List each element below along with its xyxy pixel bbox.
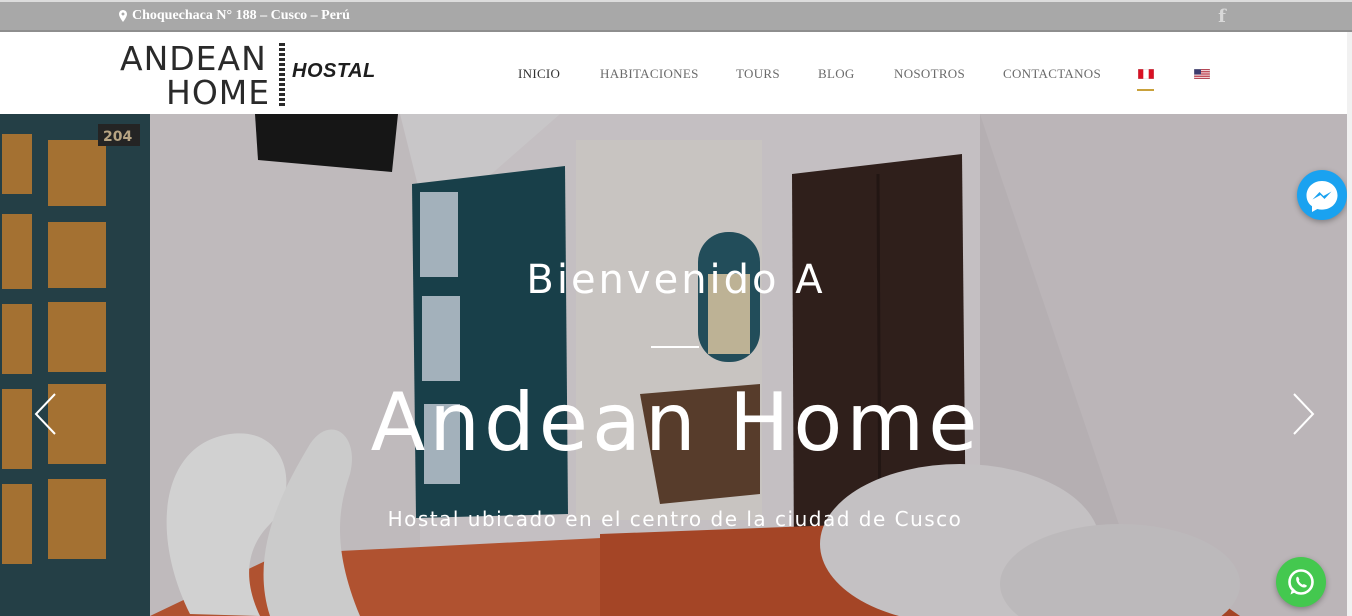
messenger-icon (1306, 181, 1338, 212)
nav-item-contactanos[interactable]: CONTACTANOS (1003, 66, 1101, 82)
page-scrollbar[interactable] (1347, 32, 1352, 616)
top-info-bar: Choquechaca N° 188 – Cusco – Perú f (0, 0, 1352, 32)
nav-item-habitaciones[interactable]: HABITACIONES (600, 66, 699, 82)
site-logo[interactable]: ANDEAN HOME HOSTAL (118, 40, 378, 110)
nav-item-tours[interactable]: TOURS (736, 66, 780, 82)
chevron-left-icon[interactable] (33, 392, 59, 436)
hero-subtitle: Hostal ubicado en el centro de la ciudad… (387, 507, 963, 531)
nav-item-inicio[interactable]: INICIO (518, 66, 560, 82)
messenger-button[interactable] (1297, 170, 1347, 220)
nav-item-blog[interactable]: BLOG (818, 66, 855, 82)
facebook-icon[interactable]: f (1215, 5, 1229, 27)
hero-overlay (0, 114, 1352, 616)
hero-kicker: Bienvenido A (526, 257, 826, 303)
site-header: ANDEAN HOME HOSTAL INICIO HABITACIONES T… (0, 32, 1352, 114)
address: Choquechaca N° 188 – Cusco – Perú (119, 8, 350, 24)
hero-slider: 204 Bienvenido A Andean Home Hostal ubic… (0, 114, 1352, 616)
whatsapp-icon (1288, 569, 1314, 595)
active-language-indicator (1137, 89, 1154, 91)
peru-flag-icon[interactable] (1138, 69, 1154, 79)
us-flag-icon[interactable] (1194, 69, 1210, 79)
address-text: Choquechaca N° 188 – Cusco – Perú (132, 8, 350, 23)
hero-title: Andean Home (370, 376, 982, 469)
logo-line-3: HOSTAL (292, 60, 376, 82)
logo-line-1: ANDEAN (120, 39, 267, 78)
hero-divider (651, 346, 699, 348)
whatsapp-button[interactable] (1276, 557, 1326, 607)
chevron-right-icon[interactable] (1290, 392, 1316, 436)
logo-line-2: HOME (166, 73, 271, 112)
map-marker-icon (119, 10, 127, 22)
nav-item-nosotros[interactable]: NOSOTROS (894, 66, 965, 82)
logo-pattern (278, 42, 286, 108)
